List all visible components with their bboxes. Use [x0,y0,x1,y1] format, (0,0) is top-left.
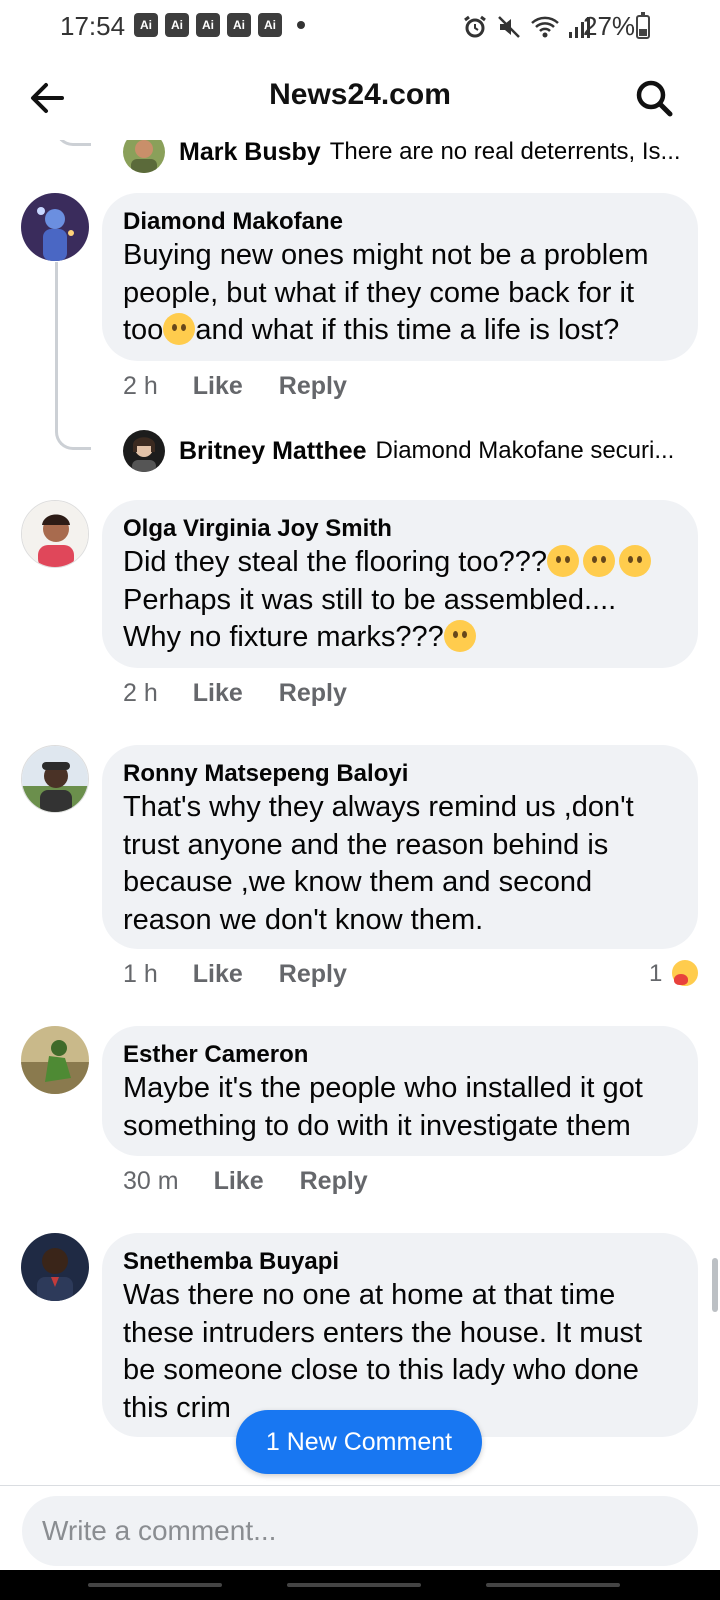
ai-badge-icon: Ai [196,13,220,37]
comment-bubble[interactable]: Snethemba Buyapi Was there no one at hom… [102,1233,698,1437]
like-button[interactable]: Like [193,372,243,401]
comment-time[interactable]: 2 h [123,679,158,708]
ai-badge-icon: Ai [134,13,158,37]
like-button[interactable]: Like [193,679,243,708]
comment-actions: 1 h Like Reply [123,960,347,989]
nav-recents-indicator[interactable] [88,1583,222,1587]
comment-actions: 2 h Like Reply [123,679,347,708]
comments-list: Mark Busby There are no real deterrents,… [0,140,720,1485]
avatar[interactable] [21,1026,89,1094]
ai-badge-icon: Ai [165,13,189,37]
monocle-face-emoji-icon [583,545,615,577]
system-nav-bar [0,1570,720,1600]
comment-text: Buying new ones might not be a problem p… [123,237,678,350]
comment-author[interactable]: Esther Cameron [123,1040,678,1070]
comment-input[interactable] [22,1496,698,1566]
battery-icon [636,12,650,39]
care-reaction-icon[interactable] [670,958,700,988]
page-title: News24.com [269,78,451,111]
comment-author[interactable]: Snethemba Buyapi [123,1247,678,1277]
reply-button[interactable]: Reply [279,960,347,989]
comment-author[interactable]: Diamond Makofane [123,207,678,237]
comment-text: Was there no one at home at that time th… [123,1279,643,1424]
reaction-count[interactable]: 1 [649,960,662,988]
comment-text: Maybe it's the people who installed it g… [123,1072,643,1142]
avatar [123,430,165,472]
avatar[interactable] [21,745,89,813]
battery-percent: 27% [583,11,636,41]
comment-actions: 30 m Like Reply [123,1167,368,1196]
ai-badge-icon: Ai [227,13,251,37]
comment-bubble[interactable]: Diamond Makofane Buying new ones might n… [102,193,698,361]
reply-author[interactable]: Mark Busby [179,140,321,167]
pleading-face-emoji-icon [547,545,579,577]
like-button[interactable]: Like [193,960,243,989]
comment-bubble[interactable]: Ronny Matsepeng Baloyi That's why they a… [102,745,698,949]
ai-notification-badges: Ai Ai Ai Ai Ai [134,13,282,37]
mute-icon [498,16,520,38]
comment-text-part: Did they steal the flooring too??? [123,546,547,578]
avatar[interactable] [21,1233,89,1301]
avatar[interactable] [21,500,89,568]
app-header: News24.com [0,56,720,140]
comment-line: Perhaps it was still to be assembled.... [123,583,617,616]
crying-emoji-icon [163,313,196,345]
thread-connector [55,430,91,450]
avatar[interactable] [21,193,89,261]
thread-connector [55,140,91,146]
alarm-icon [464,15,486,38]
comment-text-part: Why no fixture marks??? [123,621,444,653]
reply-preview[interactable]: Mark Busby There are no real deterrents,… [123,140,681,173]
comment-bubble[interactable]: Esther Cameron Maybe it's the people who… [102,1026,698,1156]
comment-time[interactable]: 2 h [123,372,158,401]
nav-back-indicator[interactable] [486,1583,620,1587]
thinking-face-emoji-icon [443,620,476,652]
comment-time[interactable]: 1 h [123,960,158,989]
comment-text: That's why they always remind us ,don't … [123,791,634,936]
thread-line [55,262,58,430]
avatar [123,140,165,173]
wifi-icon [531,16,559,38]
like-button[interactable]: Like [214,1167,264,1196]
raised-eyebrow-emoji-icon [619,545,651,577]
nav-home-indicator[interactable] [287,1583,421,1587]
comment-composer [0,1485,720,1600]
comment-text: Did they steal the flooring too??? Perha… [123,544,678,657]
comment-bubble[interactable]: Olga Virginia Joy Smith Did they steal t… [102,500,698,668]
comment-line: Why no fixture marks??? [123,619,678,657]
new-comment-button[interactable]: 1 New Comment [236,1410,482,1474]
reply-preview[interactable]: Britney Matthee Diamond Makofane securi.… [123,430,674,472]
comment-line: Did they steal the flooring too??? [123,544,678,582]
comment-author[interactable]: Olga Virginia Joy Smith [123,514,678,544]
ai-badge-icon: Ai [258,13,282,37]
comment-author[interactable]: Ronny Matsepeng Baloyi [123,759,678,789]
search-icon [636,80,673,117]
reply-text: Diamond Makofane securi... [375,437,675,464]
status-time: 17:54 [60,11,126,41]
reply-button[interactable]: Reply [300,1167,368,1196]
reply-button[interactable]: Reply [279,679,347,708]
comment-time[interactable]: 30 m [123,1167,179,1196]
scrollbar-thumb[interactable] [712,1258,718,1312]
comment-text-part: and what if this time a life is lost? [195,314,620,346]
reply-button[interactable]: Reply [279,372,347,401]
notification-dot-icon [297,21,305,29]
reply-author[interactable]: Britney Matthee [179,437,367,466]
reply-text: There are no real deterrents, Is... [329,140,681,165]
status-bar: 17:54 Ai Ai Ai Ai Ai 27% [0,0,720,56]
search-button[interactable] [630,74,678,122]
comment-actions: 2 h Like Reply [123,372,347,401]
